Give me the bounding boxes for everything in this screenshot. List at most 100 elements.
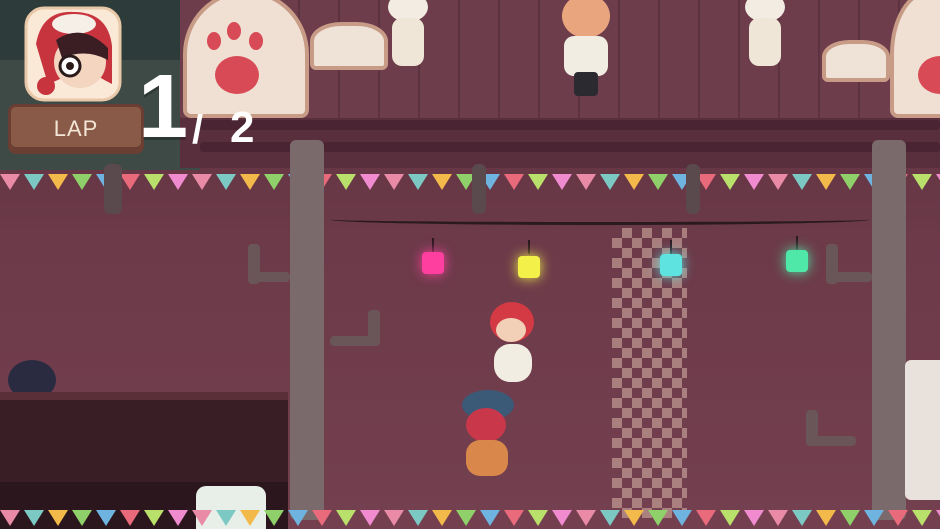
paw-sign-left: [183, 0, 309, 118]
bunting-flag: [432, 510, 452, 526]
bunting-flag: [576, 174, 596, 190]
bunting-flag: [144, 174, 164, 190]
racer-mount: [494, 344, 532, 382]
bunting-flag: [888, 510, 908, 526]
bunting-flag: [840, 510, 860, 526]
paw-sign-right: [890, 0, 940, 118]
bunting-flag: [936, 174, 940, 190]
bunting-flag: [600, 510, 620, 526]
bunting-flag: [600, 174, 620, 190]
bunting-flag: [552, 174, 572, 190]
bunting-flag: [528, 510, 548, 526]
lantern-yellow: [518, 256, 540, 278]
post-stub-arm: [806, 436, 856, 446]
lantern-pink: [422, 252, 444, 274]
paw-toe: [227, 22, 241, 40]
bunting-flag: [864, 510, 884, 526]
lap-label-plate: LAP: [8, 104, 144, 154]
bunting-flag: [360, 510, 380, 526]
bunting-flag: [816, 510, 836, 526]
paw-print-icon: [207, 32, 221, 50]
bunting-flag: [264, 510, 284, 526]
bunting-flag: [120, 174, 140, 190]
bunting-flag: [240, 510, 260, 526]
racer-hair: [466, 408, 506, 442]
bunting-flag: [192, 510, 212, 526]
lap-separator: /: [192, 108, 204, 152]
rival-racer: [484, 300, 540, 386]
bunting-flag: [192, 174, 212, 190]
fence-post: [472, 164, 486, 214]
bunting-flag: [288, 510, 308, 526]
bunting-flag: [624, 510, 644, 526]
wooden-crate: [0, 392, 288, 490]
bunting-flag: [72, 510, 92, 526]
bunting-flag: [768, 174, 788, 190]
bunting-flag: [744, 510, 764, 526]
lantern-string: [432, 238, 434, 252]
player-portrait-icon: [22, 4, 124, 104]
wooden-pole-left: [290, 140, 324, 520]
bunting-flag: [792, 510, 812, 526]
bunting-flag: [744, 174, 764, 190]
bunting-flag: [768, 510, 788, 526]
bunting-garland-top: [0, 174, 940, 194]
bunting-flag: [168, 174, 188, 190]
post-stub-arm: [248, 272, 290, 282]
bunting-flag: [576, 510, 596, 526]
bunting-flag: [528, 174, 548, 190]
bunting-flag: [912, 510, 932, 526]
bunting-flag: [648, 174, 668, 190]
lantern-string: [796, 236, 798, 250]
bunting-flag: [96, 510, 116, 526]
lantern-green: [786, 250, 808, 272]
bunting-flag: [120, 510, 140, 526]
bunting-flag: [456, 510, 476, 526]
bunting-flag: [912, 174, 932, 190]
lantern-wire: [330, 214, 870, 225]
fence-post: [686, 164, 700, 214]
bunting-flag: [480, 510, 500, 526]
post-stub-arm: [826, 272, 872, 282]
bunting-flag: [408, 174, 428, 190]
stage-cloud-prop-right: [822, 40, 890, 82]
npc-head: [562, 0, 610, 38]
npc-body: [564, 36, 608, 76]
bunting-flag: [144, 510, 164, 526]
racer-face: [496, 318, 526, 342]
bunting-flag: [0, 174, 20, 190]
bunting-flag: [408, 510, 428, 526]
bunting-flag: [840, 174, 860, 190]
bunting-flag: [672, 510, 692, 526]
paw-toe: [249, 32, 263, 50]
lantern-string: [670, 240, 672, 254]
paw-print-icon: [918, 56, 940, 94]
lap-total-number: 2: [230, 103, 255, 152]
barrier-right: [905, 360, 940, 500]
stage-cloud-prop: [310, 22, 388, 70]
npc-body: [749, 18, 781, 66]
npc-body: [392, 18, 424, 66]
bunting-flag: [168, 510, 188, 526]
bunting-flag: [648, 510, 668, 526]
bunting-flag: [24, 174, 44, 190]
bunting-flag: [936, 510, 940, 526]
lap-label: LAP: [53, 116, 99, 141]
lantern-cyan: [660, 254, 682, 276]
npc-legs: [574, 72, 598, 96]
lantern-string: [528, 240, 530, 254]
bunting-flag: [696, 510, 716, 526]
bunting-flag: [336, 174, 356, 190]
bunting-flag: [720, 510, 740, 526]
paw-pad: [215, 56, 259, 94]
bunting-flag: [312, 510, 332, 526]
bunting-flag: [216, 174, 236, 190]
post-stub-arm: [330, 336, 380, 346]
player-racer: [452, 386, 524, 482]
bunting-flag: [384, 510, 404, 526]
bunting-flag: [264, 174, 284, 190]
spectator-kid: [556, 0, 616, 96]
bunting-flag: [792, 174, 812, 190]
bunting-flag: [360, 174, 380, 190]
bunting-flag: [72, 174, 92, 190]
